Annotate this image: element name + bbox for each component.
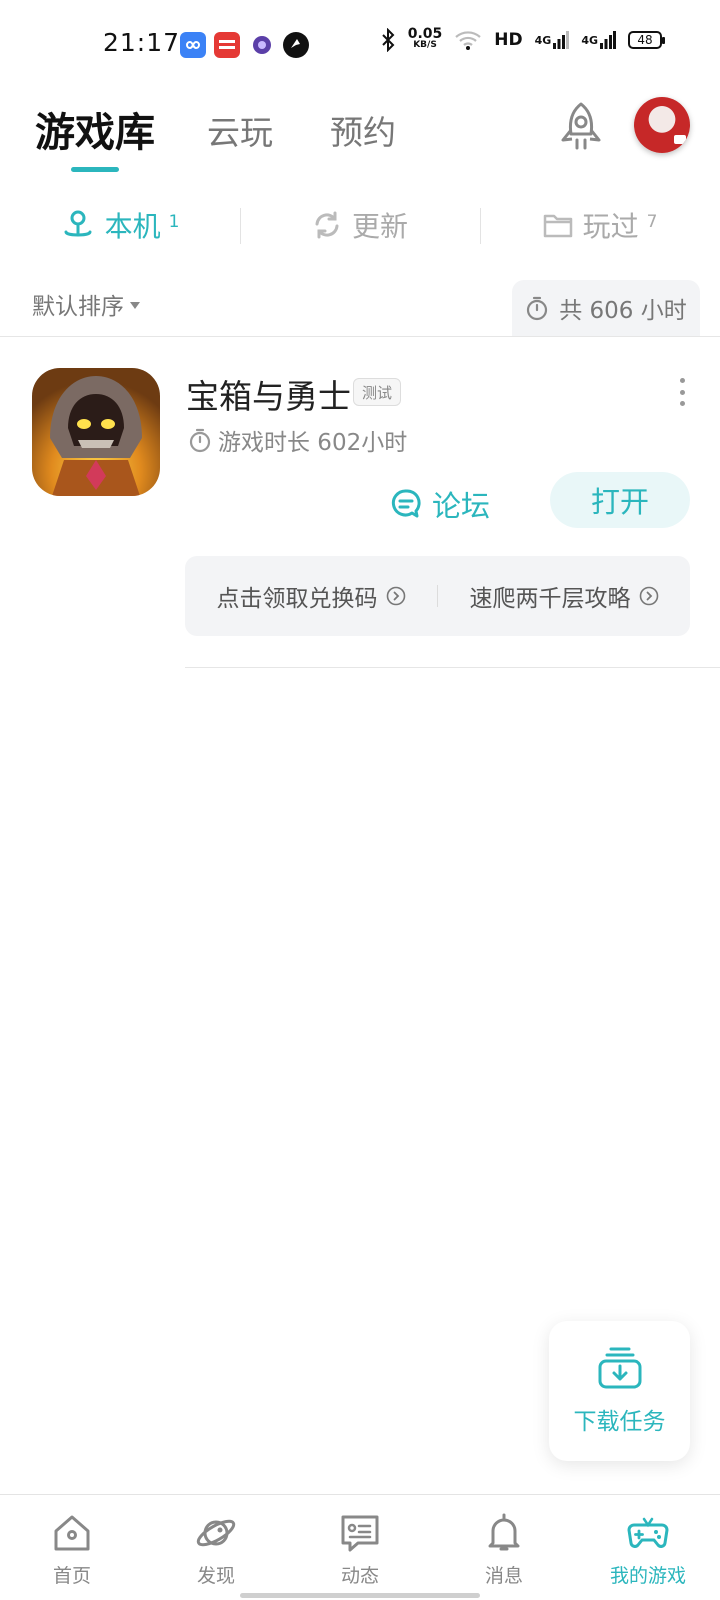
forum-chat-icon: [391, 489, 421, 518]
net-speed-unit: KB/S: [413, 40, 437, 50]
status-time: 21:17: [103, 28, 181, 57]
open-game-button[interactable]: 打开: [550, 472, 690, 528]
refresh-icon: [315, 211, 339, 239]
signal-4g-label-2: 4G: [581, 33, 598, 47]
active-tab-indicator: [71, 167, 119, 172]
segment-divider: [480, 208, 481, 244]
nav-home-label: 首页: [52, 1565, 91, 1587]
toutiao-app-icon: [214, 32, 240, 58]
total-playtime-text: 共 606 小时: [559, 298, 687, 324]
download-tasks-button[interactable]: 下载任务: [549, 1321, 690, 1461]
folder-icon: [543, 214, 572, 238]
segment-divider: [240, 208, 241, 244]
feed-icon: [341, 1515, 379, 1552]
hd-label: HD: [494, 30, 523, 50]
download-tasks-label: 下载任务: [573, 1409, 666, 1435]
bell-icon: [488, 1513, 520, 1551]
signal-4g-label-1: 4G: [534, 33, 552, 47]
nav-discover[interactable]: 发现: [144, 1495, 288, 1600]
redeem-code-label: 点击领取兑换码: [216, 586, 378, 612]
nav-my-games[interactable]: 我的游戏: [576, 1495, 720, 1600]
dark-app-icon: [283, 32, 309, 58]
nav-discover-label: 发现: [196, 1565, 235, 1587]
tab-game-library[interactable]: 游戏库: [35, 100, 155, 158]
segment-local-count: 1: [168, 212, 180, 232]
sort-dropdown[interactable]: 默认排序: [32, 287, 140, 321]
game-quick-links: 点击领取兑换码 速爬两千层攻略: [185, 556, 690, 636]
game-playtime: 游戏时长 602小时: [188, 423, 407, 457]
forum-label: 论坛: [432, 489, 491, 523]
more-options-icon[interactable]: [678, 378, 686, 406]
wifi-icon: [455, 31, 482, 50]
segment-played-label: 玩过: [582, 210, 639, 243]
segment-update-label: 更新: [351, 210, 408, 243]
timer-icon: [189, 428, 211, 453]
header: 游戏库 云玩 预约: [0, 92, 720, 182]
strategy-guide-label: 速爬两千层攻略: [469, 586, 631, 612]
strategy-guide-link[interactable]: 速爬两千层攻略: [438, 579, 690, 613]
nav-my-games-label: 我的游戏: [609, 1565, 686, 1587]
tab-cloud-play[interactable]: 云玩: [207, 106, 273, 154]
rocket-icon[interactable]: [555, 100, 607, 156]
segment-played-count: 7: [646, 212, 658, 232]
nav-messages-label: 消息: [484, 1565, 523, 1587]
test-badge: 测试: [353, 378, 402, 406]
redeem-code-link[interactable]: 点击领取兑换码: [185, 579, 437, 613]
download-tray-icon: [598, 1347, 641, 1389]
infinity-app-icon: [180, 32, 206, 58]
segment-played[interactable]: 玩过 7: [480, 200, 720, 250]
gamepad-icon: [627, 1517, 669, 1548]
game-title[interactable]: 宝箱与勇士: [186, 370, 351, 418]
user-avatar[interactable]: [634, 97, 690, 153]
bluetooth-icon: [382, 28, 395, 52]
purple-app-icon: [249, 32, 275, 58]
nav-feed[interactable]: 动态: [288, 1495, 432, 1600]
chevron-right-circle-icon: [639, 586, 658, 606]
divider: [185, 667, 720, 668]
timer-icon: [527, 296, 548, 321]
tab-reservation[interactable]: 预约: [330, 106, 396, 154]
home-indicator[interactable]: [240, 1593, 480, 1598]
nav-feed-label: 动态: [340, 1565, 379, 1587]
bottom-navigation: 首页 发现 动态 消息 我的游戏: [0, 1494, 720, 1600]
forum-button[interactable]: 论坛: [390, 478, 490, 530]
library-segments: 本机 1 更新 玩过 7: [0, 200, 720, 250]
chevron-right-circle-icon: [386, 586, 405, 606]
nav-messages[interactable]: 消息: [432, 1495, 576, 1600]
net-speed: 0.05 KB/S: [407, 26, 443, 51]
segment-local[interactable]: 本机 1: [0, 200, 240, 250]
nav-home[interactable]: 首页: [0, 1495, 144, 1600]
divider: [0, 336, 720, 337]
home-icon: [54, 1515, 90, 1551]
caret-down-icon: [130, 302, 140, 309]
game-icon-treasure-warrior[interactable]: [32, 368, 160, 496]
signal-bars-icon: [553, 31, 570, 49]
total-playtime: 共 606 小时: [512, 280, 700, 336]
battery-level: 48: [637, 33, 653, 47]
local-device-icon: [64, 210, 92, 237]
planet-icon: [196, 1519, 236, 1547]
status-bar: 21:17 0.05 KB/S HD 4G 4G 48: [0, 0, 720, 90]
sort-label: 默认排序: [32, 294, 124, 320]
segment-update[interactable]: 更新: [240, 200, 480, 250]
game-playtime-text: 游戏时长 602小时: [218, 430, 408, 456]
status-indicators: 0.05 KB/S HD 4G 4G 48: [380, 26, 665, 52]
signal-bars-icon: [600, 31, 616, 49]
net-speed-value: 0.05: [407, 26, 443, 42]
segment-local-label: 本机: [104, 210, 161, 243]
battery-icon: 48: [628, 31, 665, 49]
